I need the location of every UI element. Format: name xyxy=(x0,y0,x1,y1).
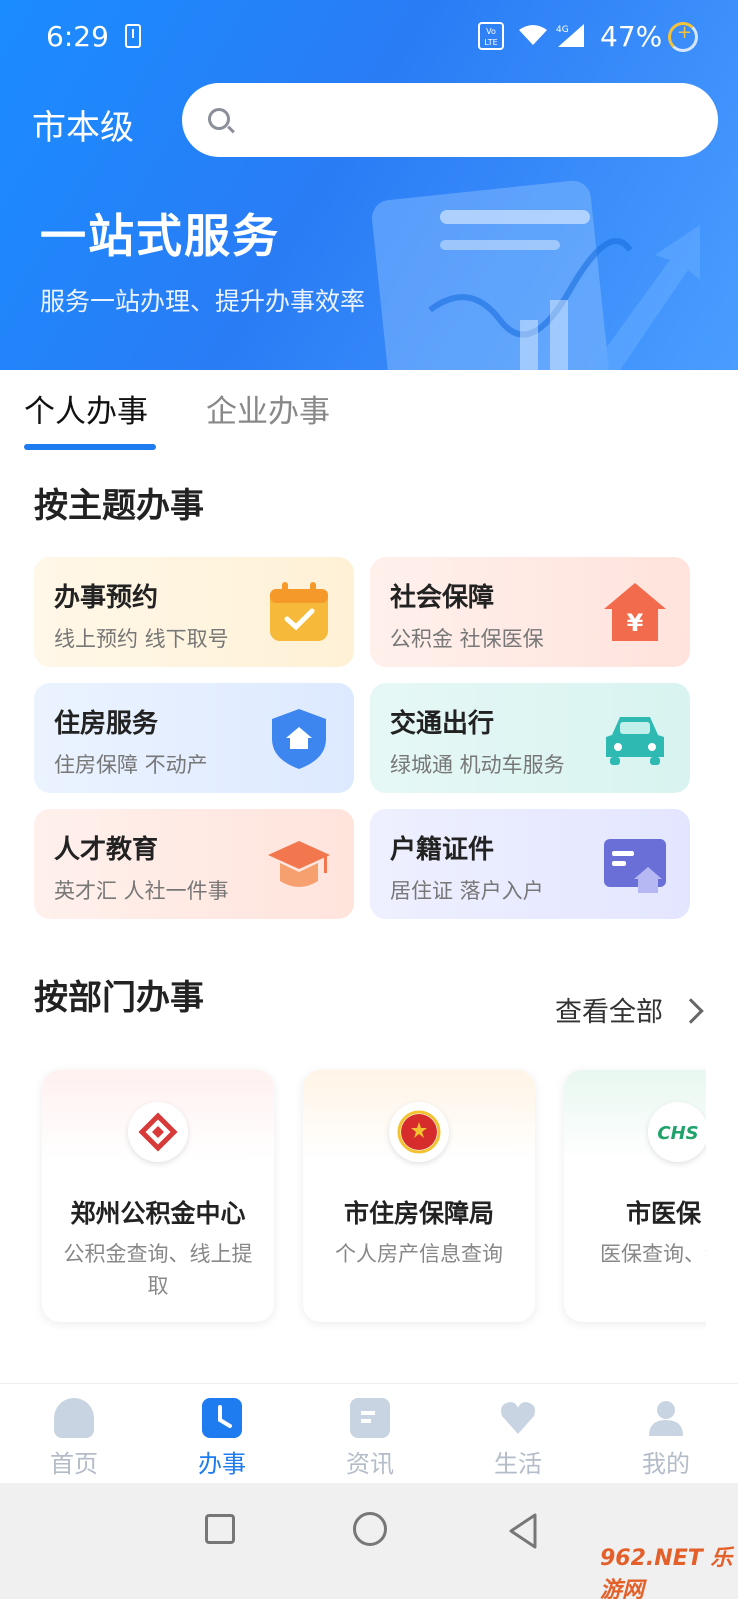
battery-percent: 47% xyxy=(600,20,663,53)
document-chart-illustration xyxy=(371,180,700,370)
view-all-link[interactable]: 查看全部 xyxy=(555,990,663,1029)
topic-title: 户籍证件 xyxy=(390,835,495,865)
nav-label: 我的 xyxy=(642,1450,690,1478)
svg-text:CHS: CHS xyxy=(657,1123,698,1144)
topic-subtitle: 线上预约 线下取号 xyxy=(54,627,229,651)
department-description: 个人房产信息查询 xyxy=(335,1242,503,1266)
svg-text:¥: ¥ xyxy=(627,609,644,637)
recent-apps-button[interactable] xyxy=(205,1514,235,1544)
housing-fund-logo xyxy=(128,1102,188,1162)
nav-services[interactable]: 办事 xyxy=(148,1384,296,1484)
department-carousel[interactable]: 郑州公积金中心 公积金查询、线上提取 市住房保障局 个人房产信息查询 CHS 市… xyxy=(0,1060,706,1330)
topic-card-talent-education[interactable]: 人才教育 英才汇 人社一件事 xyxy=(34,809,354,919)
topic-title: 社会保障 xyxy=(390,583,495,613)
heart-icon xyxy=(498,1398,538,1438)
departments-section-title: 按部门办事 xyxy=(34,978,204,1018)
nav-life[interactable]: 生活 xyxy=(444,1384,592,1484)
banner-title: 一站式服务 xyxy=(40,209,280,263)
yen-house-icon: ¥ xyxy=(604,583,666,641)
calendar-icon xyxy=(270,582,328,641)
volte-icon: Vo LTE xyxy=(478,22,504,50)
department-card-medical-insurance[interactable]: CHS 市医保 医保查询、缴费 xyxy=(564,1070,706,1322)
banner-subtitle: 服务一站办理、提升办事效率 xyxy=(40,287,366,316)
topic-card-household-registration[interactable]: 户籍证件 居住证 落户入户 xyxy=(370,809,690,919)
department-card-housing-fund[interactable]: 郑州公积金中心 公积金查询、线上提取 xyxy=(42,1070,274,1322)
nav-home[interactable]: 首页 xyxy=(0,1384,148,1484)
clock-icon xyxy=(202,1398,242,1438)
department-name: 市医保 xyxy=(626,1199,702,1228)
battery-saver-icon xyxy=(668,22,698,52)
signal-icon: 4G xyxy=(556,24,584,47)
topic-subtitle: 绿城通 机动车服务 xyxy=(390,753,565,777)
department-card-housing-security[interactable]: 市住房保障局 个人房产信息查询 xyxy=(303,1070,535,1322)
department-description: 公积金查询、线上提取 xyxy=(63,1242,253,1298)
topic-card-appointment[interactable]: 办事预约 线上预约 线下取号 xyxy=(34,557,354,667)
nav-label: 首页 xyxy=(50,1450,98,1478)
topic-subtitle: 英才汇 人社一件事 xyxy=(54,879,229,903)
city-selector[interactable]: 市本级 xyxy=(32,100,134,149)
nav-label: 资讯 xyxy=(346,1450,394,1478)
department-name: 郑州公积金中心 xyxy=(70,1199,246,1228)
car-icon xyxy=(606,717,664,765)
home-button[interactable] xyxy=(353,1512,387,1546)
watermark: 962.NET 乐游网 xyxy=(600,1546,733,1599)
download-icon xyxy=(125,24,141,48)
tab-enterprise[interactable]: 企业办事 xyxy=(206,386,330,431)
status-bar: 6:29 Vo LTE 4G 47% xyxy=(0,0,738,75)
department-name: 市住房保障局 xyxy=(343,1199,494,1228)
national-emblem-logo xyxy=(389,1102,449,1162)
topics-section-title: 按主题办事 xyxy=(34,486,204,526)
topic-title: 交通出行 xyxy=(390,709,495,739)
home-icon xyxy=(54,1398,94,1438)
header-banner: 6:29 Vo LTE 4G 47% 市本级 一站式服务 服务一站办理、提升办事… xyxy=(0,0,738,370)
topic-subtitle: 居住证 落户入户 xyxy=(390,879,544,903)
bottom-navigation: 首页 办事 资讯 生活 我的 xyxy=(0,1383,738,1483)
department-description: 医保查询、缴费 xyxy=(600,1242,706,1266)
tab-bar: 个人办事 企业办事 xyxy=(0,370,738,450)
topic-subtitle: 公积金 社保医保 xyxy=(390,627,544,651)
wifi-icon xyxy=(519,25,547,45)
chs-logo: CHS xyxy=(648,1102,706,1162)
news-icon xyxy=(350,1398,390,1438)
nav-label: 生活 xyxy=(494,1450,542,1478)
search-icon xyxy=(208,108,230,130)
topic-subtitle: 住房保障 不动产 xyxy=(54,753,208,777)
tab-indicator xyxy=(24,444,156,450)
topic-card-social-security[interactable]: 社会保障 公积金 社保医保 ¥ xyxy=(370,557,690,667)
topic-title: 住房服务 xyxy=(54,709,159,739)
chevron-right-icon[interactable] xyxy=(678,998,704,1024)
id-card-icon xyxy=(604,839,666,893)
topic-card-transport[interactable]: 交通出行 绿城通 机动车服务 xyxy=(370,683,690,793)
back-button[interactable] xyxy=(505,1511,541,1551)
nav-news[interactable]: 资讯 xyxy=(296,1384,444,1484)
topic-title: 人才教育 xyxy=(54,835,159,865)
search-input[interactable] xyxy=(182,83,718,157)
network-label: 4G xyxy=(556,25,569,35)
shield-house-icon xyxy=(272,709,326,769)
user-icon xyxy=(646,1398,686,1438)
topic-card-housing[interactable]: 住房服务 住房保障 不动产 xyxy=(34,683,354,793)
nav-profile[interactable]: 我的 xyxy=(592,1384,738,1484)
tab-personal[interactable]: 个人办事 xyxy=(24,386,148,431)
topic-title: 办事预约 xyxy=(54,583,159,613)
graduation-cap-icon xyxy=(268,841,330,887)
status-time: 6:29 xyxy=(46,20,109,53)
nav-label: 办事 xyxy=(198,1450,246,1478)
